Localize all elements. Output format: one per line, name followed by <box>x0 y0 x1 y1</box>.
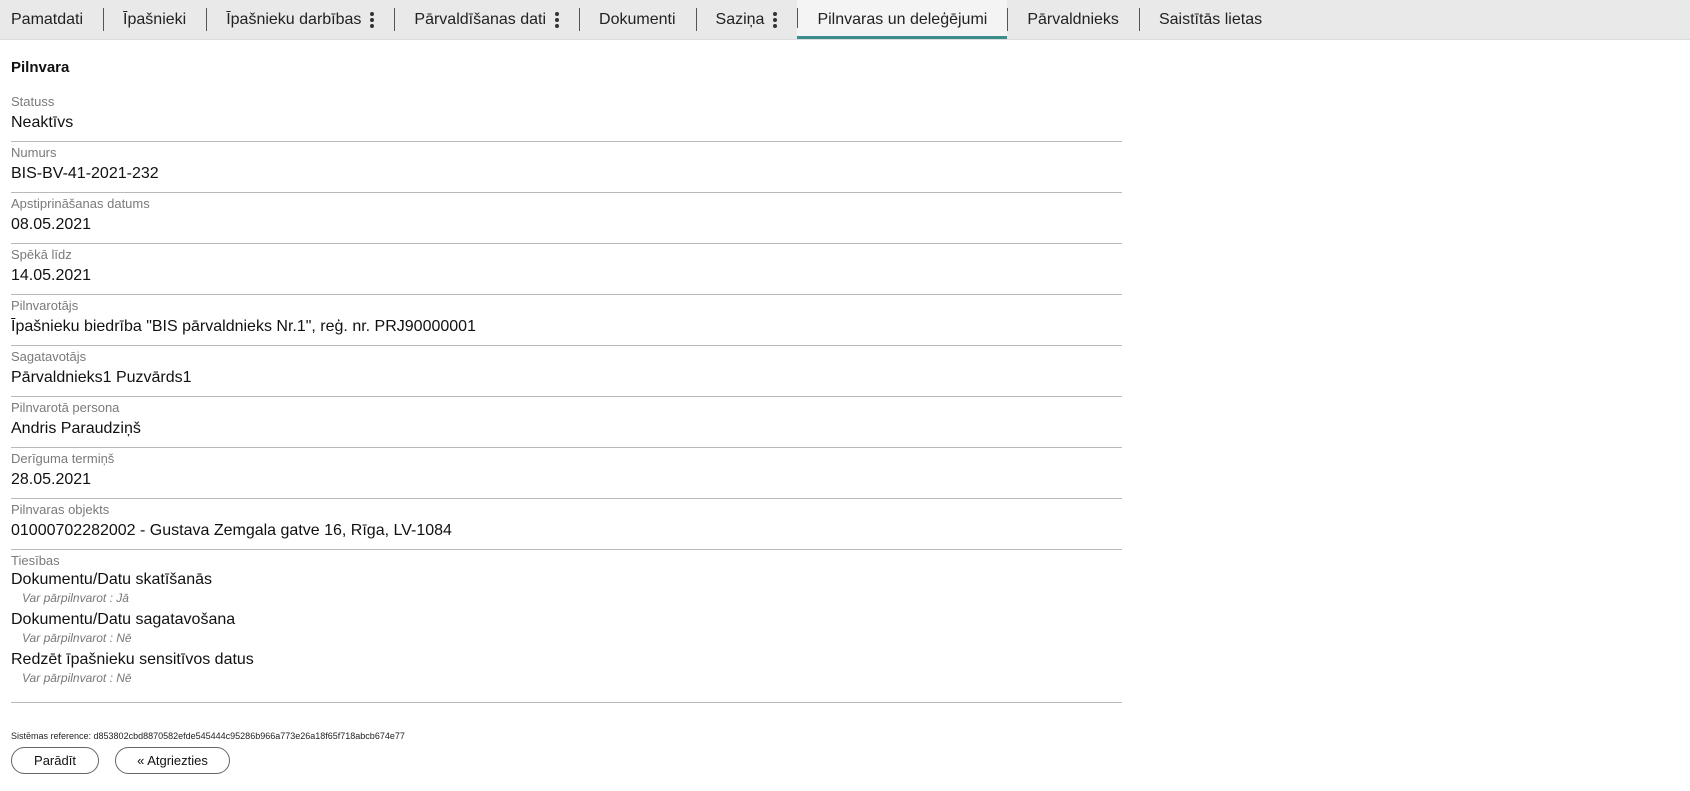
right-redelegate-status: Var pārpilnvarot : Jā <box>22 591 129 605</box>
field-value: 08.05.2021 <box>11 216 92 233</box>
field-label: Pilnvarotā persona <box>11 400 120 415</box>
field-value: 01000702282002 - Gustava Zemgala gatve 1… <box>11 522 452 539</box>
field-apstiprinasanas-datums: Apstiprināšanas datums 08.05.2021 <box>11 194 1122 244</box>
tab-sazina[interactable]: Saziņa <box>695 0 798 39</box>
field-value: Andris Paraudziņš <box>11 420 141 437</box>
field-value: 14.05.2021 <box>11 267 92 284</box>
field-value: Neaktīvs <box>11 114 74 131</box>
field-label: Derīguma termiņš <box>11 451 115 466</box>
tab-label: Pilnvaras un deleģējumi <box>817 10 988 28</box>
tab-saistitas-lietas[interactable]: Saistītās lietas <box>1138 0 1282 39</box>
section-title: Pilnvara <box>11 59 70 76</box>
field-label: Pilnvaras objekts <box>11 502 110 517</box>
right-name: Dokumentu/Datu skatīšanās <box>11 571 212 588</box>
field-label: Pilnvarotājs <box>11 298 79 313</box>
tab-pamatdati[interactable]: Pamatdati <box>0 0 103 39</box>
field-sagatavotajs: Sagatavotājs Pārvaldnieks1 Puzvārds1 <box>11 347 1122 397</box>
right-item: Dokumentu/Datu sagatavošana Var pārpilnv… <box>11 610 1122 646</box>
system-reference: Sistēmas reference: d853802cbd8870582efd… <box>11 731 405 741</box>
kebab-menu-icon[interactable] <box>370 11 375 28</box>
field-label: Sagatavotājs <box>11 349 87 364</box>
tab-label: Pārvaldnieks <box>1027 10 1119 28</box>
rights-section: Tiesības Dokumentu/Datu skatīšanās Var p… <box>11 551 1122 703</box>
field-label: Numurs <box>11 145 57 160</box>
tab-ipasnieku-darbibas[interactable]: Īpašnieku darbības <box>206 0 394 39</box>
field-pilnvarotajs: Pilnvarotājs Īpašnieku biedrība "BIS pār… <box>11 296 1122 346</box>
show-button[interactable]: Parādīt <box>11 747 99 774</box>
tab-bar: Pamatdati Īpašnieki Īpašnieku darbības P… <box>0 0 1690 40</box>
tab-label: Pamatdati <box>11 10 84 28</box>
back-button[interactable]: « Atgriezties <box>115 747 230 774</box>
kebab-menu-icon[interactable] <box>773 11 778 28</box>
field-deriguma-termins: Derīguma termiņš 28.05.2021 <box>11 449 1122 499</box>
action-buttons: Parādīt « Atgriezties <box>11 747 1679 774</box>
right-name: Dokumentu/Datu sagatavošana <box>11 611 236 628</box>
tab-label: Īpašnieki <box>123 10 187 28</box>
field-label: Statuss <box>11 94 55 109</box>
tab-label: Dokumenti <box>599 10 676 28</box>
field-label: Apstiprināšanas datums <box>11 196 150 211</box>
field-value: 28.05.2021 <box>11 471 92 488</box>
right-item: Dokumentu/Datu skatīšanās Var pārpilnvar… <box>11 570 1122 606</box>
tab-parvaldnieks[interactable]: Pārvaldnieks <box>1007 0 1139 39</box>
right-item: Redzēt īpašnieku sensitīvos datus Var pā… <box>11 650 1122 686</box>
tab-label: Pārvaldīšanas dati <box>414 10 547 28</box>
right-name: Redzēt īpašnieku sensitīvos datus <box>11 651 254 668</box>
kebab-menu-icon[interactable] <box>555 11 560 28</box>
field-numurs: Numurs BIS-BV-41-2021-232 <box>11 143 1122 193</box>
field-label: Spēkā līdz <box>11 247 72 262</box>
field-value: BIS-BV-41-2021-232 <box>11 165 159 182</box>
tab-ipasnieki[interactable]: Īpašnieki <box>103 0 206 39</box>
field-speka-lidz: Spēkā līdz 14.05.2021 <box>11 245 1122 295</box>
right-redelegate-status: Var pārpilnvarot : Nē <box>22 671 132 685</box>
right-redelegate-status: Var pārpilnvarot : Nē <box>22 631 132 645</box>
tab-dokumenti[interactable]: Dokumenti <box>579 0 695 39</box>
field-value: Pārvaldnieks1 Puzvārds1 <box>11 369 192 386</box>
tab-label: Saistītās lietas <box>1158 10 1263 28</box>
main-content: Pilnvara Statuss Neaktīvs Numurs BIS-BV-… <box>0 59 1690 774</box>
field-value: Īpašnieku biedrība "BIS pārvaldnieks Nr.… <box>11 318 476 335</box>
field-statuss: Statuss Neaktīvs <box>11 92 1122 142</box>
tab-label: Saziņa <box>715 10 765 28</box>
field-pilnvaras-objekts: Pilnvaras objekts 01000702282002 - Gusta… <box>11 500 1122 550</box>
tab-label: Īpašnieku darbības <box>226 10 362 28</box>
rights-label: Tiesības <box>11 553 60 568</box>
tab-parvaldisanas-dati[interactable]: Pārvaldīšanas dati <box>394 0 579 39</box>
tab-pilnvaras-un-delegejumi[interactable]: Pilnvaras un deleģējumi <box>797 0 1008 39</box>
field-pilnvarota-persona: Pilnvarotā persona Andris Paraudziņš <box>11 398 1122 448</box>
